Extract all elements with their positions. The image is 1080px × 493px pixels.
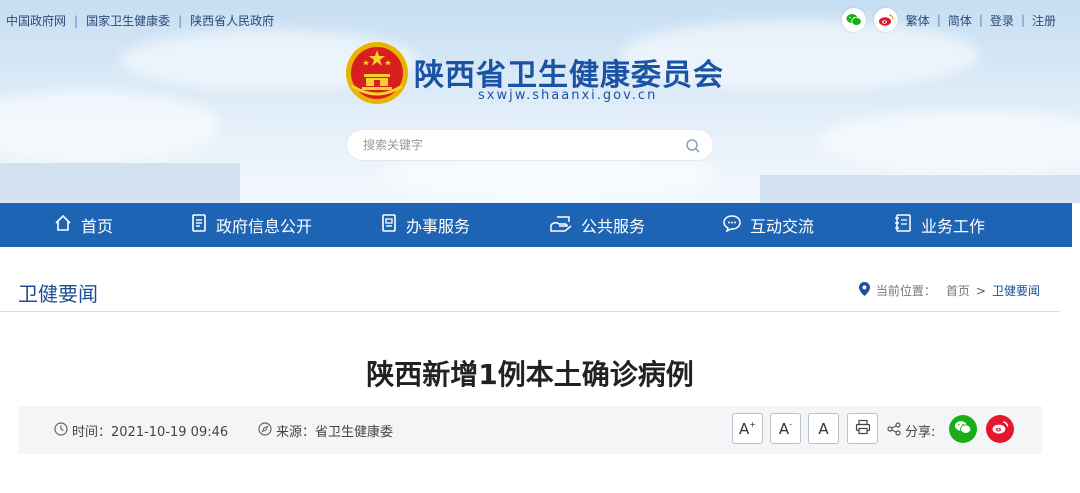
nav-label: 政府信息公开 bbox=[216, 217, 313, 236]
article-source: 来源：省卫生健康委 bbox=[258, 421, 393, 440]
share-weibo-button[interactable] bbox=[986, 415, 1014, 443]
weibo-icon bbox=[991, 420, 1009, 439]
nav-label: 业务工作 bbox=[921, 217, 986, 236]
font-increase-label: A bbox=[739, 419, 750, 438]
nav-label: 办事服务 bbox=[406, 217, 471, 236]
header-banner: 中国政府网 | 国家卫生健康委 | 陕西省人民政府 繁体 | 简体 | 登录 |… bbox=[0, 0, 1080, 203]
nav-label: 互动交流 bbox=[750, 217, 815, 236]
separator: | bbox=[178, 13, 183, 28]
link-simplified[interactable]: 简体 bbox=[948, 12, 972, 29]
chat-icon bbox=[722, 213, 750, 237]
weibo-icon[interactable] bbox=[873, 8, 898, 32]
site-domain: sxwjw.shaanxi.gov.cn bbox=[478, 88, 658, 103]
public-service-icon bbox=[549, 213, 581, 237]
location-pin-icon bbox=[858, 282, 870, 299]
font-reset-button[interactable]: A bbox=[808, 413, 839, 444]
article-title: 陕西新增1例本土确诊病例 bbox=[366, 358, 694, 391]
nav-label: 首页 bbox=[81, 217, 114, 236]
separator: | bbox=[1020, 13, 1025, 27]
separator: | bbox=[936, 13, 941, 27]
nav-item-gov-info[interactable]: 政府信息公开 bbox=[190, 203, 312, 247]
publish-time-text: 时间：2021-10-19 09:46 bbox=[72, 425, 229, 440]
work-icon bbox=[893, 213, 921, 237]
national-emblem-logo[interactable] bbox=[344, 40, 410, 106]
breadcrumb-separator: > bbox=[975, 283, 986, 298]
font-decrease-mark: - bbox=[789, 420, 793, 429]
clock-icon bbox=[54, 421, 72, 440]
nav-item-public-service[interactable]: 公共服务 bbox=[549, 203, 645, 247]
link-nhc[interactable]: 国家卫生健康委 bbox=[86, 12, 170, 29]
font-reset-label: A bbox=[818, 419, 829, 438]
font-decrease-button[interactable]: A- bbox=[770, 413, 801, 444]
print-button[interactable] bbox=[847, 413, 878, 444]
nav-item-home[interactable]: 首页 bbox=[53, 203, 113, 247]
nav-item-services[interactable]: 办事服务 bbox=[380, 203, 470, 247]
nav-item-business[interactable]: 业务工作 bbox=[893, 203, 985, 247]
font-decrease-label: A bbox=[778, 419, 790, 438]
top-right-tools: 繁体 | 简体 | 登录 | 注册 bbox=[841, 8, 1056, 32]
breadcrumb-home[interactable]: 首页 bbox=[946, 282, 970, 299]
section-title: 卫健要闻 bbox=[18, 282, 98, 306]
document-icon bbox=[190, 213, 216, 237]
nav-label: 公共服务 bbox=[581, 217, 646, 236]
font-increase-mark: + bbox=[749, 420, 756, 429]
wechat-icon[interactable] bbox=[841, 8, 866, 32]
separator: | bbox=[978, 13, 983, 27]
separator: | bbox=[74, 13, 79, 28]
link-gov-cn[interactable]: 中国政府网 bbox=[6, 12, 66, 29]
printer-icon bbox=[855, 419, 871, 439]
compass-icon bbox=[258, 421, 276, 440]
breadcrumb: 当前位置： 首页 > 卫健要闻 bbox=[858, 282, 1040, 299]
share-wechat-button[interactable] bbox=[949, 415, 977, 443]
location-label: 当前位置： bbox=[875, 284, 936, 298]
wechat-icon bbox=[954, 420, 972, 439]
font-increase-button[interactable]: A + bbox=[732, 413, 763, 444]
link-shaanxi-gov[interactable]: 陕西省人民政府 bbox=[190, 12, 274, 29]
search-box bbox=[346, 129, 714, 161]
search-input[interactable] bbox=[363, 138, 683, 152]
section-header: 卫健要闻 当前位置： 首页 > 卫健要闻 bbox=[0, 270, 1060, 312]
nav-item-interaction[interactable]: 互动交流 bbox=[722, 203, 814, 247]
share-icon bbox=[887, 421, 905, 440]
home-icon bbox=[53, 213, 81, 237]
article-meta-bar: 时间：2021-10-19 09:46 来源：省卫生健康委 A + A- A 分享… bbox=[18, 406, 1042, 454]
link-register[interactable]: 注册 bbox=[1032, 12, 1056, 29]
share-label: 分享: bbox=[887, 421, 935, 440]
top-links: 中国政府网 | 国家卫生健康委 | 陕西省人民政府 bbox=[6, 12, 274, 29]
service-icon bbox=[380, 213, 406, 237]
main-nav: 首页 政府信息公开 办事服务 公共服务 互动交流 业务工作 bbox=[0, 203, 1072, 247]
link-login[interactable]: 登录 bbox=[990, 12, 1014, 29]
article-source-text: 来源：省卫生健康委 bbox=[276, 425, 394, 440]
publish-time: 时间：2021-10-19 09:46 bbox=[54, 421, 228, 440]
share-text: 分享: bbox=[905, 425, 936, 440]
breadcrumb-current[interactable]: 卫健要闻 bbox=[992, 282, 1040, 299]
search-icon[interactable] bbox=[683, 136, 703, 156]
link-traditional[interactable]: 繁体 bbox=[906, 12, 930, 29]
